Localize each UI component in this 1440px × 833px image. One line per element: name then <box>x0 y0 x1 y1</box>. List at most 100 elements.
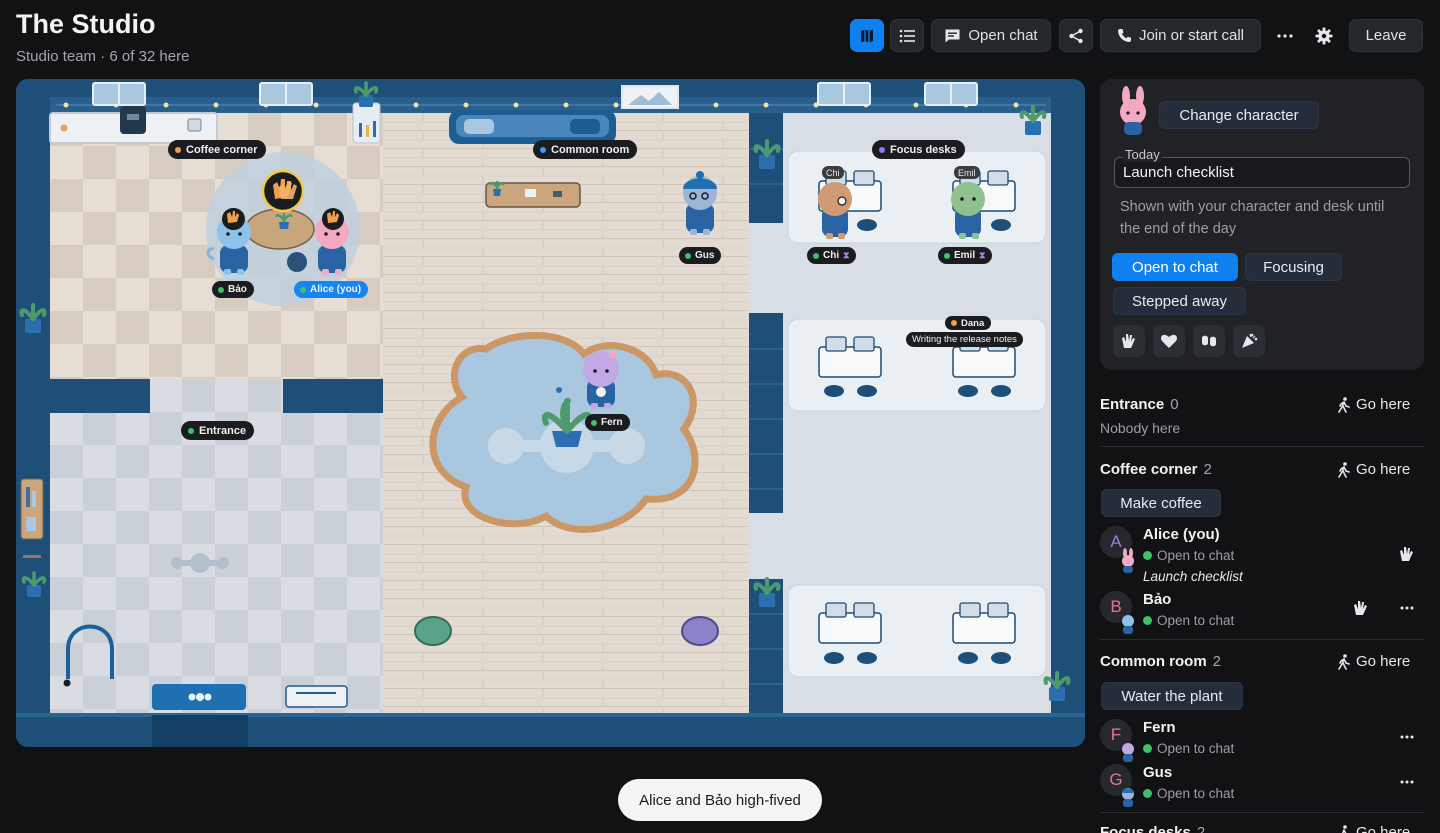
list-view-button[interactable] <box>890 19 924 52</box>
checklist-hint: Shown with your character and desk until… <box>1120 199 1385 237</box>
fern-mini-icon <box>1122 743 1134 762</box>
room-label-text: Entrance <box>199 424 247 437</box>
status-dot <box>591 419 597 426</box>
celebrate-reaction-button[interactable] <box>1233 325 1265 357</box>
character-fern <box>583 351 619 409</box>
go-here-entrance-button[interactable]: Go here <box>1338 396 1410 413</box>
walking-icon <box>1338 461 1350 478</box>
member-status: Open to chat <box>1143 613 1234 628</box>
go-here-coffee-corner-button[interactable]: Go here <box>1338 461 1410 478</box>
room-label-focus-desks: Focus desks <box>872 140 965 159</box>
map-name-tag-bao[interactable]: Bảo <box>212 281 254 298</box>
status-dot <box>1143 744 1152 753</box>
cat-mini-icon <box>1122 615 1134 634</box>
go-here-label: Go here <box>1356 461 1411 478</box>
go-here-common-room-button[interactable]: Go here <box>1338 653 1410 670</box>
member-name: Bảo <box>1143 591 1172 608</box>
fist-bump-reaction-button[interactable] <box>1193 325 1225 357</box>
more-dots-icon[interactable] <box>1396 598 1418 618</box>
member-status: Open to chat <box>1143 548 1234 563</box>
room-dot <box>188 427 194 434</box>
status-dot <box>1143 551 1152 560</box>
share-icon <box>1068 28 1084 44</box>
map-canvas <box>16 79 1085 747</box>
gus-mini-icon <box>1122 788 1134 807</box>
map-icon <box>859 28 875 44</box>
member-status: Open to chat <box>1143 786 1234 801</box>
wave-icon <box>1122 334 1135 348</box>
room-count: 2 <box>1196 824 1206 833</box>
status-focusing-button[interactable]: Focusing <box>1245 253 1342 281</box>
heart-reaction-button[interactable] <box>1153 325 1185 357</box>
room-label-text: Common room <box>551 143 630 156</box>
share-button[interactable] <box>1059 19 1093 52</box>
name-tag-text: Fern <box>601 417 623 428</box>
walking-icon <box>1338 653 1350 670</box>
more-button[interactable] <box>1270 19 1300 52</box>
member-note: Launch checklist <box>1143 569 1243 584</box>
more-dots-icon[interactable] <box>1396 772 1418 792</box>
map-view-button[interactable] <box>850 19 884 52</box>
open-chat-button[interactable]: Open chat <box>931 19 1051 52</box>
member-status: Open to chat <box>1143 741 1234 756</box>
page-subtitle: Studio team · 6 of 32 here <box>16 48 190 65</box>
wave-icon[interactable] <box>1350 598 1372 618</box>
hourglass-icon: ⧗ <box>843 250 850 260</box>
member-row-gus[interactable]: G Gus Open to chat <box>1100 764 1424 807</box>
map-name-tag-chi[interactable]: Chi ⧗ <box>807 247 857 264</box>
status-dot <box>951 320 957 326</box>
map-name-tag-fern[interactable]: Fern <box>585 414 630 431</box>
desk-tag-emil: Emil <box>954 166 980 179</box>
change-character-button[interactable]: Change character <box>1159 101 1319 129</box>
map-name-tag-alice[interactable]: Alice (you) <box>294 281 369 298</box>
status-dot <box>685 252 691 259</box>
section-divider <box>1100 446 1424 447</box>
status-dot <box>813 252 819 259</box>
list-icon <box>899 29 915 43</box>
bunny-mini-icon <box>1122 548 1134 573</box>
status-open-to-chat-button[interactable]: Open to chat <box>1112 253 1238 281</box>
leave-button[interactable]: Leave <box>1349 19 1423 52</box>
name-tag-text: Gus <box>695 250 715 261</box>
status-dot <box>944 252 950 259</box>
dana-status-note: Writing the release notes <box>906 332 1023 347</box>
more-dots-icon[interactable] <box>1396 727 1418 747</box>
room-name: Coffee corner <box>1100 461 1198 478</box>
member-row-bao[interactable]: B Bảo Open to chat <box>1100 591 1424 634</box>
member-name: Fern <box>1143 719 1176 736</box>
map-name-tag-dana[interactable]: Dana <box>945 316 992 330</box>
water-plant-button[interactable]: Water the plant <box>1101 682 1243 710</box>
room-label-coffee-corner: Coffee corner <box>168 140 266 159</box>
go-here-label: Go here <box>1356 653 1411 670</box>
map-name-tag-gus[interactable]: Gus <box>679 247 722 264</box>
settings-button[interactable] <box>1309 19 1339 52</box>
status-stepped-away-button[interactable]: Stepped away <box>1113 287 1246 315</box>
go-here-focus-desks-button[interactable]: Go here <box>1338 824 1410 833</box>
name-tag-text: Alice (you) <box>310 284 362 295</box>
character-chi <box>818 182 852 239</box>
wave-icon[interactable] <box>1396 544 1418 564</box>
room-name: Focus desks <box>1100 824 1191 833</box>
member-row-alice[interactable]: A Alice (you) Open to chat Launch checkl… <box>1100 526 1424 584</box>
room-dot <box>540 146 546 153</box>
status-dot <box>1143 789 1152 798</box>
room-label-text: Coffee corner <box>186 143 258 156</box>
room-name: Common room <box>1100 653 1207 670</box>
fist-bump-icon <box>1202 335 1216 347</box>
more-dots-icon <box>1277 33 1293 38</box>
room-dot <box>879 146 885 153</box>
page-title: The Studio <box>16 9 156 39</box>
wave-reaction-button[interactable] <box>1113 325 1145 357</box>
member-row-fern[interactable]: F Fern Open to chat <box>1100 719 1424 762</box>
map-name-tag-emil[interactable]: Emil ⧗ <box>938 247 993 264</box>
join-call-button[interactable]: Join or start call <box>1100 19 1261 52</box>
status-dot <box>218 286 224 293</box>
member-status-text: Open to chat <box>1157 548 1235 563</box>
office-map[interactable]: Coffee corner Common room Focus desks En… <box>16 79 1085 747</box>
walking-icon <box>1341 824 1348 833</box>
member-name: Alice (you) <box>1143 526 1220 543</box>
high-five-toast: Alice and Bảo high-fived <box>618 779 822 821</box>
status-dot <box>1143 616 1152 625</box>
make-coffee-button[interactable]: Make coffee <box>1101 489 1221 517</box>
section-divider <box>1100 812 1424 813</box>
